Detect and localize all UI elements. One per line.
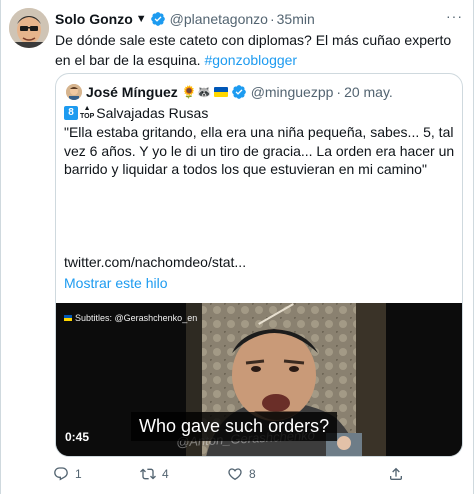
quote-time[interactable]: 20 may. <box>344 84 393 100</box>
quote-author-name[interactable]: José Mínguez <box>86 84 178 100</box>
reply-count: 1 <box>75 467 82 481</box>
tweet[interactable]: Solo Gonzo ▼ @planetagonzo · 35min ··· D… <box>0 0 474 494</box>
author-avatar[interactable] <box>9 8 49 48</box>
show-thread-link[interactable]: Mostrar este hilo <box>64 275 167 291</box>
tweet-header: Solo Gonzo ▼ @planetagonzo · 35min <box>55 10 315 28</box>
ukraine-flag-icon <box>64 315 72 321</box>
top-badge: ▲ TOP <box>80 105 94 121</box>
top-badge-label: TOP <box>80 113 95 120</box>
number-badge: 8 <box>64 106 78 120</box>
quote-topic-title: Salvajadas Rusas <box>96 105 209 121</box>
retweet-count: 4 <box>162 467 169 481</box>
verified-badge-icon <box>150 12 165 26</box>
subtitle-credit-text: Subtitles: @Gerashchenko_en <box>75 313 198 323</box>
reply-button[interactable]: 1 <box>53 466 140 482</box>
retweet-icon <box>140 468 156 480</box>
video-player[interactable]: Subtitles: @Gerashchenko_en @Anton_Geras… <box>56 303 462 456</box>
like-button[interactable]: 8 <box>227 466 314 482</box>
tweet-time[interactable]: 35min <box>277 11 315 27</box>
author-name-suffix: ▼ <box>135 13 147 25</box>
share-icon <box>390 467 402 480</box>
quote-author-avatar[interactable] <box>66 84 82 100</box>
author-name[interactable]: Solo Gonzo <box>55 11 133 27</box>
reply-icon <box>54 467 68 481</box>
tweet-actions: 1 4 8 <box>53 464 428 484</box>
verified-badge-icon <box>231 85 246 99</box>
quote-author-emojis: 🌻🦝 <box>182 85 228 99</box>
quote-topic-line: 8 ▲ TOP Salvajadas Rusas <box>64 104 208 122</box>
quote-emoji-text: 🌻🦝 <box>181 85 212 99</box>
quote-header: José Mínguez 🌻🦝 @minguezpp · 20 may. <box>66 83 393 101</box>
retweet-button[interactable]: 4 <box>140 466 227 482</box>
hashtag-link[interactable]: #gonzoblogger <box>204 52 297 68</box>
quote-author-handle[interactable]: @minguezpp <box>251 84 334 100</box>
like-count: 8 <box>249 467 256 481</box>
separator-dot: · <box>269 11 275 27</box>
top-arrow-icon: ▲ <box>83 105 91 112</box>
quote-body: "Ella estaba gritando, ella era una niña… <box>64 124 455 177</box>
quote-link[interactable]: twitter.com/nachomdeo/stat... <box>64 254 246 270</box>
heart-icon <box>228 468 242 481</box>
quoted-tweet[interactable]: José Mínguez 🌻🦝 @minguezpp · 20 may. 8 ▲… <box>55 73 463 457</box>
more-options-icon[interactable]: ··· <box>446 8 463 24</box>
separator-dot: · <box>336 84 342 100</box>
tweet-text: De dónde sale este cateto con diplomas? … <box>55 30 463 70</box>
ukraine-flag-icon <box>213 87 228 97</box>
author-handle[interactable]: @planetagonzo <box>170 11 268 27</box>
subtitle-credit: Subtitles: @Gerashchenko_en <box>64 313 197 323</box>
share-button[interactable] <box>388 466 428 482</box>
